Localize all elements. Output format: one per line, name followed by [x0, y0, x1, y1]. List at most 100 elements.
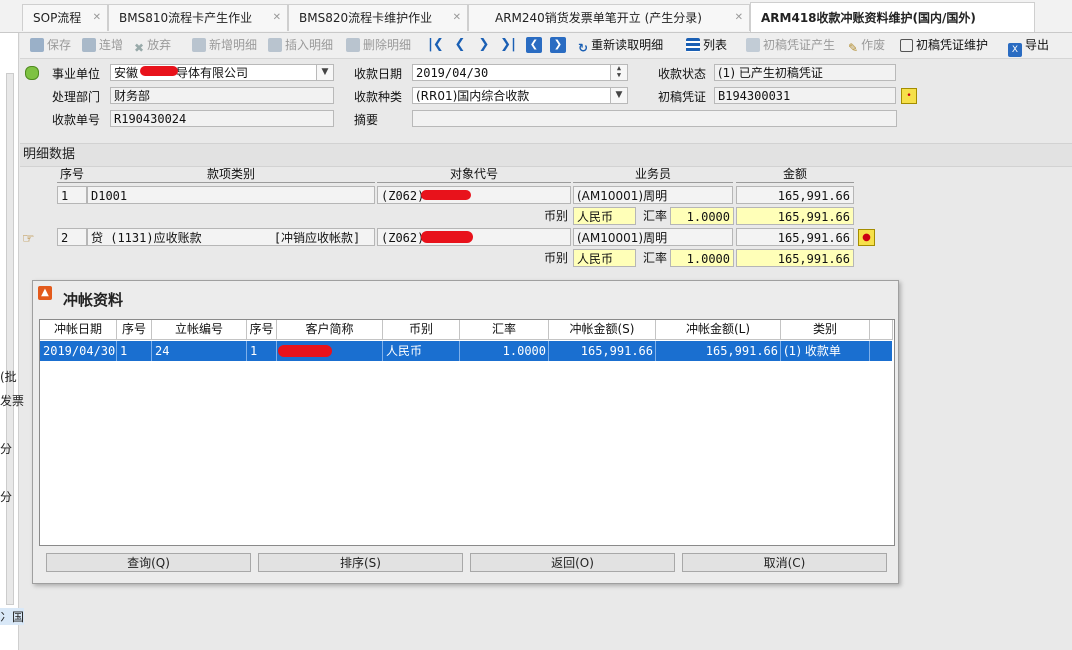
close-icon[interactable]: ✕ [453, 5, 461, 31]
row-pointer-icon: ☞ [22, 231, 35, 247]
app-logo-icon: ▲ [38, 286, 52, 300]
voucher-icon [746, 38, 760, 52]
tab-sop[interactable]: SOP流程 ✕ [22, 4, 108, 31]
detail-salesperson-cell[interactable]: (AM10001)周明 [573, 228, 733, 246]
currency-field[interactable]: 人民币 [573, 249, 636, 267]
tab-label: BMS820流程卡维护作业 [299, 11, 433, 25]
close-icon[interactable]: ✕ [735, 5, 743, 31]
rate-field[interactable]: 1.0000 [670, 207, 734, 225]
insert-detail-button[interactable]: 插入明细 [268, 33, 333, 58]
add-detail-button[interactable]: 新增明细 [192, 33, 257, 58]
cell-account-no[interactable]: 24 [152, 341, 247, 361]
query-button[interactable]: 查询(Q) [46, 553, 251, 572]
detail-seq-cell[interactable]: 2 [57, 228, 87, 246]
col-header-account-no[interactable]: 立帐编号 [152, 320, 247, 340]
col-header-currency[interactable]: 币别 [383, 320, 460, 340]
receipt-no-field[interactable]: R190430024 [110, 110, 334, 127]
left-text-fragment: 分 [0, 442, 13, 456]
status-indicator-icon [25, 66, 39, 80]
tab-bms810[interactable]: BMS810流程卡产生作业 ✕ [108, 4, 288, 31]
draft-voucher-generate-button[interactable]: 初稿凭证产生 [746, 33, 835, 58]
save-button[interactable]: 保存 [30, 33, 71, 58]
detail-salesperson-cell[interactable]: (AM10001)周明 [573, 186, 733, 204]
last-record-icon[interactable]: ❯| [500, 37, 516, 53]
col-header-amount: 金额 [736, 167, 854, 183]
tab-bar: SOP流程 ✕ BMS810流程卡产生作业 ✕ BMS820流程卡维护作业 ✕ ARM… [0, 0, 1072, 33]
next-page-icon[interactable]: ❯ [550, 37, 566, 53]
delete-detail-button[interactable]: 删除明细 [346, 33, 411, 58]
detail-item-cell[interactable]: 贷 (1131)应收账款 [冲销应收帐款] [87, 228, 375, 246]
delete-detail-icon [346, 38, 360, 52]
col-header-seq[interactable]: 序号 [117, 320, 152, 340]
prev-page-icon[interactable]: ❮ [526, 37, 542, 53]
tab-arm240[interactable]: ARM240销货发票单笔开立 (产生分录) ✕ [468, 4, 750, 31]
col-header-rate[interactable]: 汇率 [460, 320, 549, 340]
detail-object-cell[interactable]: (Z062) [377, 228, 571, 246]
void-button[interactable]: ✎ 作废 [848, 33, 885, 58]
cell-seq2[interactable]: 1 [247, 341, 277, 361]
cell-writeoff-date[interactable]: 2019/04/30 [40, 341, 117, 361]
draft-voucher-maint-button[interactable]: 初稿凭证维护 [900, 33, 988, 58]
dept-field[interactable]: 财务部 [110, 87, 334, 104]
prev-record-icon[interactable]: ❮ [452, 37, 468, 53]
close-icon[interactable]: ✕ [273, 5, 281, 31]
continue-add-button[interactable]: 连增 [82, 33, 123, 58]
summary-field[interactable] [412, 110, 897, 127]
draft-voucher-field[interactable]: B194300031 [714, 87, 896, 104]
detail-object-cell[interactable]: (Z062) [377, 186, 571, 204]
scrollbar[interactable] [6, 73, 14, 605]
receipt-type-select[interactable]: (RR01)国内综合收款 ▼ [412, 87, 628, 104]
discard-button[interactable]: ✖ 放弃 [134, 33, 171, 58]
date-spinner-icon[interactable]: ▲ ▼ [610, 65, 627, 80]
close-icon[interactable]: ✕ [93, 5, 101, 31]
sort-button[interactable]: 排序(S) [258, 553, 463, 572]
save-icon [30, 38, 44, 52]
dept-label: 处理部门 [52, 90, 101, 104]
cell-currency[interactable]: 人民币 [383, 341, 460, 361]
receipt-date-label: 收款日期 [354, 67, 403, 81]
col-header-amount-s[interactable]: 冲帐金额(S) [549, 320, 656, 340]
first-record-icon[interactable]: |❮ [428, 37, 444, 53]
detail-action-icon[interactable]: ● [858, 229, 875, 246]
cell-rate[interactable]: 1.0000 [460, 341, 549, 361]
cell-amount-l[interactable]: 165,991.66 [656, 341, 781, 361]
detail-seq-cell[interactable]: 1 [57, 186, 87, 204]
write-off-grid: 冲帐日期 序号 立帐编号 序号 客户简称 币别 汇率 冲帐金额(S) 冲帐金额(… [39, 319, 895, 546]
col-header-amount-l[interactable]: 冲帐金额(L) [656, 320, 781, 340]
col-header-category[interactable]: 类别 [781, 320, 870, 340]
col-header-seq2[interactable]: 序号 [247, 320, 277, 340]
tab-label: SOP流程 [33, 11, 82, 25]
draft-voucher-label: 初稿凭证 [658, 90, 707, 104]
detail-item-cell[interactable]: D1001 [87, 186, 375, 204]
chevron-down-icon[interactable]: ▼ [610, 88, 627, 103]
rate-field[interactable]: 1.0000 [670, 249, 734, 267]
reload-detail-button[interactable]: ↻ 重新读取明细 [578, 33, 663, 58]
col-header-object-code: 对象代号 [377, 167, 571, 183]
voucher-link-icon[interactable]: • [901, 88, 917, 104]
detail-amount-cell[interactable]: 165,991.66 [736, 186, 854, 204]
chevron-down-icon[interactable]: ▼ [316, 65, 333, 80]
currency-field[interactable]: 人民币 [573, 207, 636, 225]
detail-amount-cell[interactable]: 165,991.66 [736, 228, 854, 246]
tab-bms820[interactable]: BMS820流程卡维护作业 ✕ [288, 4, 468, 31]
col-header-customer[interactable]: 客户简称 [277, 320, 383, 340]
tab-arm418[interactable]: ARM418收款冲账资料维护(国内/国外) [750, 2, 1035, 32]
cancel-button[interactable]: 取消(C) [682, 553, 887, 572]
local-amount-field[interactable]: 165,991.66 [736, 207, 854, 225]
redaction-mark [278, 345, 332, 357]
status-field: (1) 已产生初稿凭证 [714, 64, 896, 81]
cell-amount-s[interactable]: 165,991.66 [549, 341, 656, 361]
summary-label: 摘要 [354, 113, 379, 127]
next-record-icon[interactable]: ❯ [476, 37, 492, 53]
back-button[interactable]: 返回(O) [470, 553, 675, 572]
cell-category[interactable]: (1) 收款单 [781, 341, 870, 361]
list-button[interactable]: 列表 [686, 33, 727, 58]
table-row[interactable]: 2019/04/30 1 24 1 人民币 1.0000 165,991.66 … [40, 341, 892, 361]
cell-seq[interactable]: 1 [117, 341, 152, 361]
col-header-spacer [870, 320, 893, 340]
export-button[interactable]: X 导出 [1008, 33, 1049, 58]
local-amount-field[interactable]: 165,991.66 [736, 249, 854, 267]
tab-label: ARM418收款冲账资料维护(国内/国外) [761, 11, 976, 25]
col-header-writeoff-date[interactable]: 冲帐日期 [40, 320, 117, 340]
receipt-date-field[interactable]: 2019/04/30 ▲ ▼ [412, 64, 628, 81]
